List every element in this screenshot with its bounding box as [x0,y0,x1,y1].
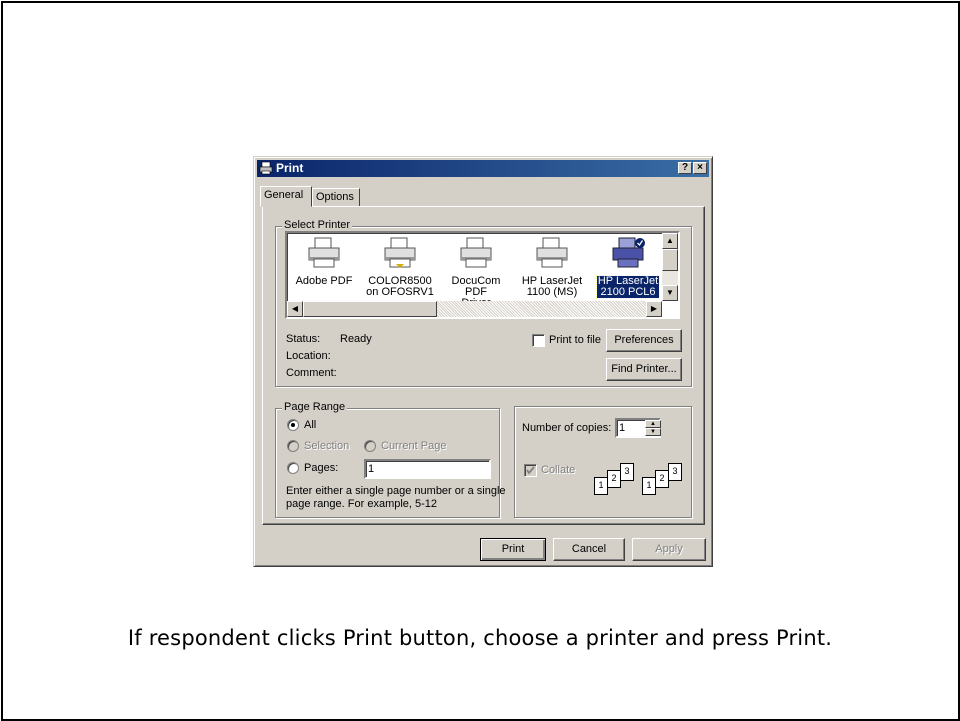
default-printer-icon [612,237,645,268]
tab-options[interactable]: Options [312,188,360,207]
printer-icon [536,237,568,268]
radio-current-page[interactable] [364,440,376,452]
radio-pages[interactable] [287,462,299,474]
print-to-file-checkbox[interactable] [532,334,545,347]
comment-label: Comment: [286,367,337,379]
tab-general-label: General [264,189,304,201]
slide-caption: If respondent clicks Print button, choos… [127,626,833,650]
radio-pages-label: Pages: [304,462,339,474]
printer-item-docucom-pdf[interactable]: DocuCom PDFDriver [439,237,513,309]
scroll-up-icon[interactable]: ▲ [662,233,678,249]
print-to-file-label: Print to file [549,334,601,346]
radio-all[interactable] [287,419,299,431]
page-range-hint-line1: Enter either a single page number or a s… [286,485,506,497]
radio-all-label: All [304,419,317,431]
collate-page: 1 [642,477,656,495]
printer-item-color8500[interactable]: COLOR8500 on OFOSRV1 [363,237,437,298]
cancel-button[interactable]: Cancel [553,538,625,561]
apply-button[interactable]: Apply [632,538,706,561]
status-value: Ready [340,333,372,345]
radio-selection-label: Selection [304,440,350,452]
printer-label: HP LaserJet 1100 (MS) [521,275,583,298]
radio-current-page-label: Current Page [381,440,447,452]
network-printer-icon [384,237,416,268]
printer-item-adobe-pdf[interactable]: Adobe PDF [287,237,361,287]
collate-checkbox[interactable] [524,464,537,477]
vertical-scroll-thumb[interactable] [662,249,678,271]
page-range-legend: Page Range [282,401,348,413]
preferences-button[interactable]: Preferences [606,329,682,352]
pages-input[interactable]: 1 [364,459,491,479]
scroll-right-icon[interactable]: ▶ [646,301,662,317]
printer-label: Adobe PDF [295,275,353,287]
location-label: Location: [286,350,331,362]
radio-selection[interactable] [287,440,299,452]
horizontal-scrollbar[interactable]: ◀ ▶ [287,301,662,317]
find-printer-button[interactable]: Find Printer... [606,358,682,381]
printer-label: COLOR8500 on OFOSRV1 [366,275,434,298]
horizontal-scroll-thumb[interactable] [303,301,437,317]
close-button[interactable]: × [693,162,707,174]
scroll-left-icon[interactable]: ◀ [287,301,303,317]
print-dialog: Print ? × General Options Select Printer… [253,156,713,567]
printer-list[interactable]: Adobe PDF COLOR8500 on OFOSRV1 DocuCom PD… [285,231,680,319]
page-range-hint-line2: page range. For example, 5-12 [286,498,438,510]
tab-general[interactable]: General [260,186,312,207]
collate-page: 2 [607,470,621,488]
printer-item-hp-2100-selected[interactable]: HP LaserJet 2100 PCL6 [591,237,665,299]
title-bar[interactable]: Print ? × [257,160,709,177]
collate-label: Collate [541,464,576,476]
printer-app-icon [259,161,273,175]
collate-page: 3 [668,463,682,481]
number-of-copies-label: Number of copies: [522,422,612,434]
collate-page: 3 [620,463,634,481]
copies-spinner[interactable]: ▲ ▼ [645,420,661,436]
printer-item-hp-1100[interactable]: HP LaserJet 1100 (MS) [515,237,589,298]
collate-page: 1 [594,477,608,495]
checkmark-icon [526,466,535,475]
select-printer-legend: Select Printer [282,219,353,231]
tab-options-label: Options [316,191,354,203]
spin-down-icon[interactable]: ▼ [645,428,661,436]
status-label: Status: [286,333,321,345]
help-button[interactable]: ? [678,162,692,174]
dialog-title: Print [276,161,304,175]
printer-icon [308,237,340,268]
collate-page: 2 [655,470,669,488]
radio-all-dot [291,423,295,427]
scroll-down-icon[interactable]: ▼ [662,285,678,301]
printer-label: HP LaserJet 2100 PCL6 [595,275,661,299]
spin-up-icon[interactable]: ▲ [645,420,661,428]
printer-icon [460,237,492,268]
vertical-scrollbar[interactable]: ▲ ▼ [662,233,678,301]
print-button[interactable]: Print [480,538,546,561]
